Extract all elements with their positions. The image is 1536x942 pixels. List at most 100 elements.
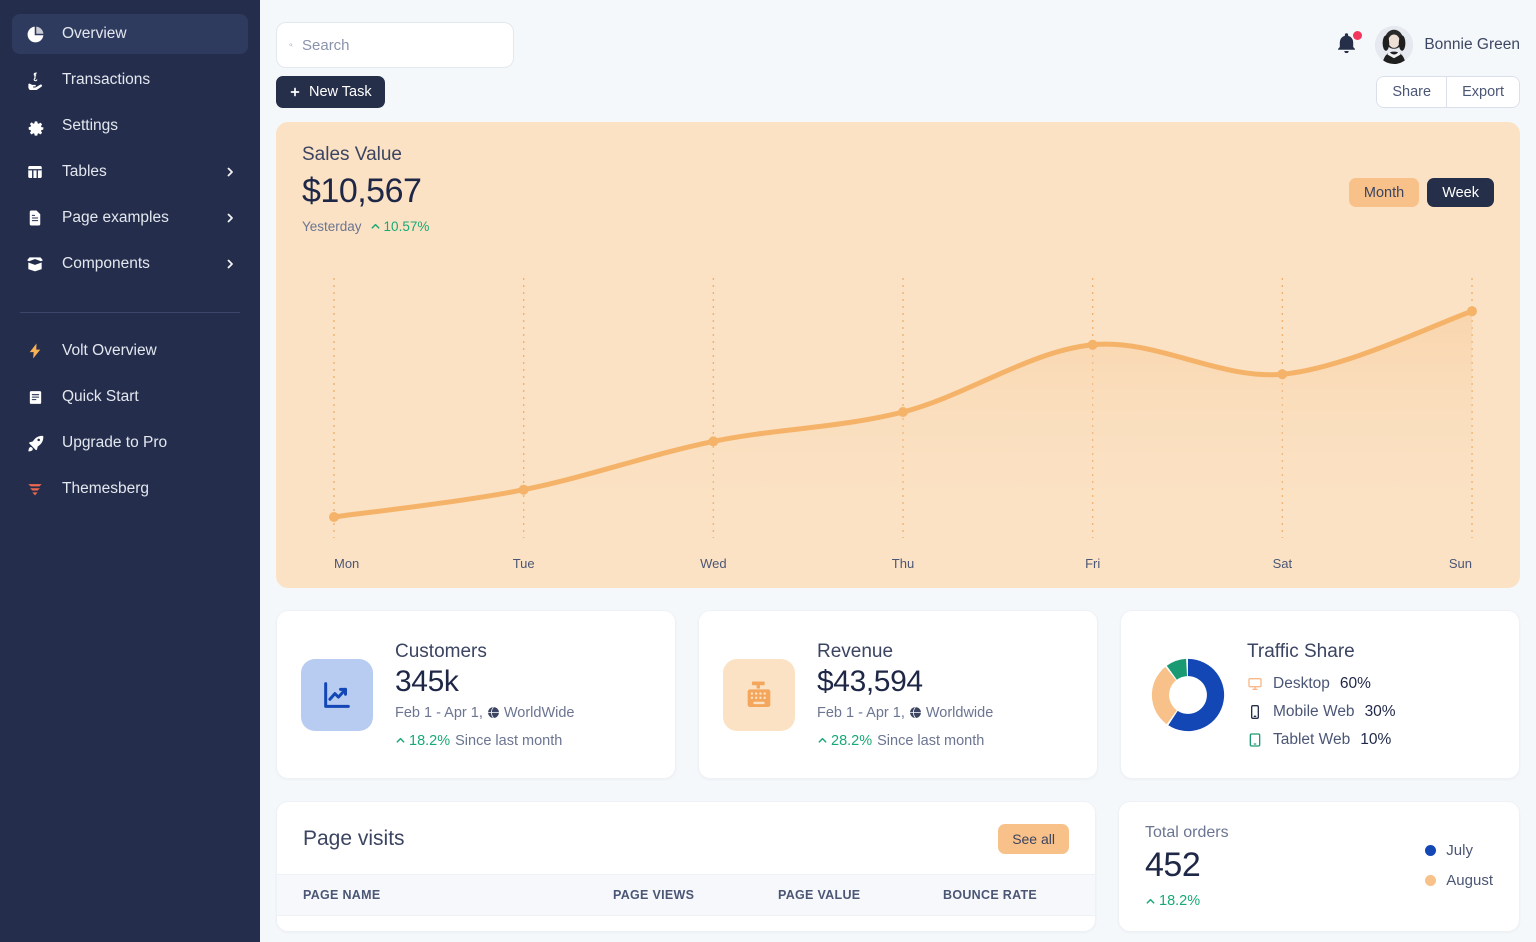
sidebar-item-label: Transactions [62, 71, 151, 88]
total-orders-top: Total orders 452 18.2% July August [1145, 824, 1493, 909]
globe-icon [487, 706, 499, 719]
traffic-title: Traffic Share [1247, 640, 1355, 662]
revenue-date-range: Feb 1 - Apr 1, [817, 704, 905, 721]
legend-label-august: August [1446, 872, 1493, 889]
sales-subtext: Yesterday 10.57% [302, 219, 1494, 234]
page-visits-header: Page visits See all [277, 802, 1095, 874]
export-button[interactable]: Export [1446, 77, 1519, 107]
orders-legend-item: July [1425, 842, 1493, 859]
column-header-page-name: PAGE NAME [303, 888, 381, 902]
sidebar-item-label: Page examples [62, 209, 169, 226]
customers-body: Customers 345k Feb 1 - Apr 1, WorldWide … [395, 641, 575, 749]
toggle-week-button[interactable]: Week [1427, 178, 1494, 207]
revenue-delta: 28.2% Since last month [817, 733, 993, 749]
sales-card-header: Sales Value $10,567 Yesterday 10.57% Mon… [276, 122, 1520, 234]
customers-range: Feb 1 - Apr 1, WorldWide [395, 705, 575, 721]
revenue-range: Feb 1 - Apr 1, Worldwide [817, 705, 993, 721]
see-all-button[interactable]: See all [998, 824, 1069, 854]
sidebar-item-upgrade-to-pro[interactable]: Upgrade to Pro [12, 423, 248, 463]
table-icon [24, 161, 46, 183]
sidebar-item-page-examples[interactable]: Page examples [12, 198, 248, 238]
document-icon [24, 207, 46, 229]
page-visits-table-header: PAGE NAME PAGE VIEWS PAGE VALUE BOUNCE R… [277, 874, 1095, 916]
avatar [1375, 26, 1414, 64]
sales-line-chart: Mon Tue Wed Thu Fri Sat Sun [276, 268, 1520, 588]
sidebar-item-themesberg[interactable]: Themesberg [12, 469, 248, 509]
total-orders-card: Total orders 452 18.2% July August [1118, 801, 1520, 932]
chart-line-up-icon [301, 658, 373, 731]
new-task-button[interactable]: New Task [276, 76, 385, 108]
sidebar-item-label: Volt Overview [62, 342, 157, 359]
total-orders-legend: July August [1425, 824, 1493, 909]
sidebar-item-label: Settings [62, 117, 119, 134]
svg-text:Mon: Mon [334, 556, 359, 571]
svg-text:Sun: Sun [1449, 556, 1472, 571]
sidebar-item-settings[interactable]: Settings [12, 106, 248, 146]
total-orders-left: Total orders 452 18.2% [1145, 824, 1229, 909]
chevron-right-icon [227, 259, 233, 269]
orders-legend-item: August [1425, 872, 1493, 889]
sidebar-item-label: Quick Start [62, 388, 139, 405]
customers-delta-suffix: Since last month [455, 732, 563, 749]
sidebar-item-tables[interactable]: Tables [12, 152, 248, 192]
new-task-label: New Task [309, 84, 372, 100]
sidebar-item-label: Overview [62, 25, 127, 42]
topbar: Bonnie Green [276, 0, 1520, 76]
user-menu[interactable]: Bonnie Green [1375, 26, 1520, 64]
chevron-right-icon [227, 213, 233, 223]
traffic-legend-item: Tablet Web 10% [1247, 731, 1396, 749]
stat-cards-row: Customers 345k Feb 1 - Apr 1, WorldWide … [276, 610, 1520, 779]
toggle-month-button[interactable]: Month [1348, 178, 1420, 207]
share-export-group: Share Export [1376, 76, 1520, 108]
total-orders-delta-value: 18.2% [1159, 893, 1201, 909]
customers-title: Customers [395, 640, 487, 662]
traffic-legend-item: Mobile Web 30% [1247, 703, 1396, 721]
sales-value: $10,567 [302, 172, 422, 210]
svg-text:Wed: Wed [700, 556, 727, 571]
themesberg-logo-icon [24, 478, 46, 500]
traffic-legend-value: 10% [1360, 730, 1392, 748]
sales-period-label: Yesterday [302, 219, 362, 234]
sidebar-item-quick-start[interactable]: Quick Start [12, 377, 248, 417]
traffic-share-card: Traffic Share Desktop 60% Mobile Web 30% [1120, 610, 1520, 779]
revenue-delta-value-wrap: 28.2% [817, 733, 872, 749]
traffic-body: Traffic Share Desktop 60% Mobile Web 30% [1247, 641, 1396, 749]
sales-change: 10.57% [370, 219, 429, 234]
share-button[interactable]: Share [1377, 77, 1447, 107]
hand-dollar-icon [24, 69, 46, 91]
notifications-button[interactable] [1335, 31, 1363, 58]
legend-dot-august [1425, 875, 1437, 886]
traffic-legend-label: Mobile Web [1273, 702, 1355, 720]
sidebar-item-label: Upgrade to Pro [62, 434, 168, 451]
sidebar-item-components[interactable]: Components [12, 244, 248, 284]
column-header-page-value: PAGE VALUE [778, 888, 861, 902]
svg-text:Fri: Fri [1085, 556, 1100, 571]
bottom-row: Page visits See all PAGE NAME PAGE VIEWS… [276, 801, 1520, 932]
action-bar: New Task Share Export [276, 76, 1520, 108]
revenue-body: Revenue $43,594 Feb 1 - Apr 1, Worldwide… [817, 641, 993, 749]
plus-icon [290, 87, 300, 97]
arrow-up-icon [371, 223, 379, 229]
revenue-card: Revenue $43,594 Feb 1 - Apr 1, Worldwide… [698, 610, 1098, 779]
mobile-icon [1251, 704, 1259, 719]
arrow-up-icon [818, 737, 827, 743]
sidebar-item-volt-overview[interactable]: Volt Overview [12, 331, 248, 371]
chevron-right-icon [227, 167, 233, 177]
sidebar-item-overview[interactable]: Overview [12, 14, 248, 54]
search-box[interactable] [276, 22, 514, 68]
total-orders-delta: 18.2% [1145, 893, 1229, 909]
main-content: Bonnie Green New Task Share Export Sales… [260, 0, 1536, 942]
book-icon [24, 386, 46, 408]
legend-label-july: July [1446, 842, 1473, 859]
tablet-icon [1249, 732, 1261, 747]
svg-text:Sat: Sat [1273, 556, 1293, 571]
customers-date-range: Feb 1 - Apr 1, [395, 704, 483, 721]
notification-badge [1353, 31, 1363, 40]
customers-value: 345k [395, 664, 459, 698]
column-header-bounce-rate: BOUNCE RATE [943, 888, 1038, 902]
search-input[interactable] [302, 36, 501, 54]
legend-dot-july [1425, 845, 1437, 856]
desktop-icon [1248, 677, 1262, 690]
sidebar-item-transactions[interactable]: Transactions [12, 60, 248, 100]
customers-delta-value-wrap: 18.2% [395, 733, 450, 749]
